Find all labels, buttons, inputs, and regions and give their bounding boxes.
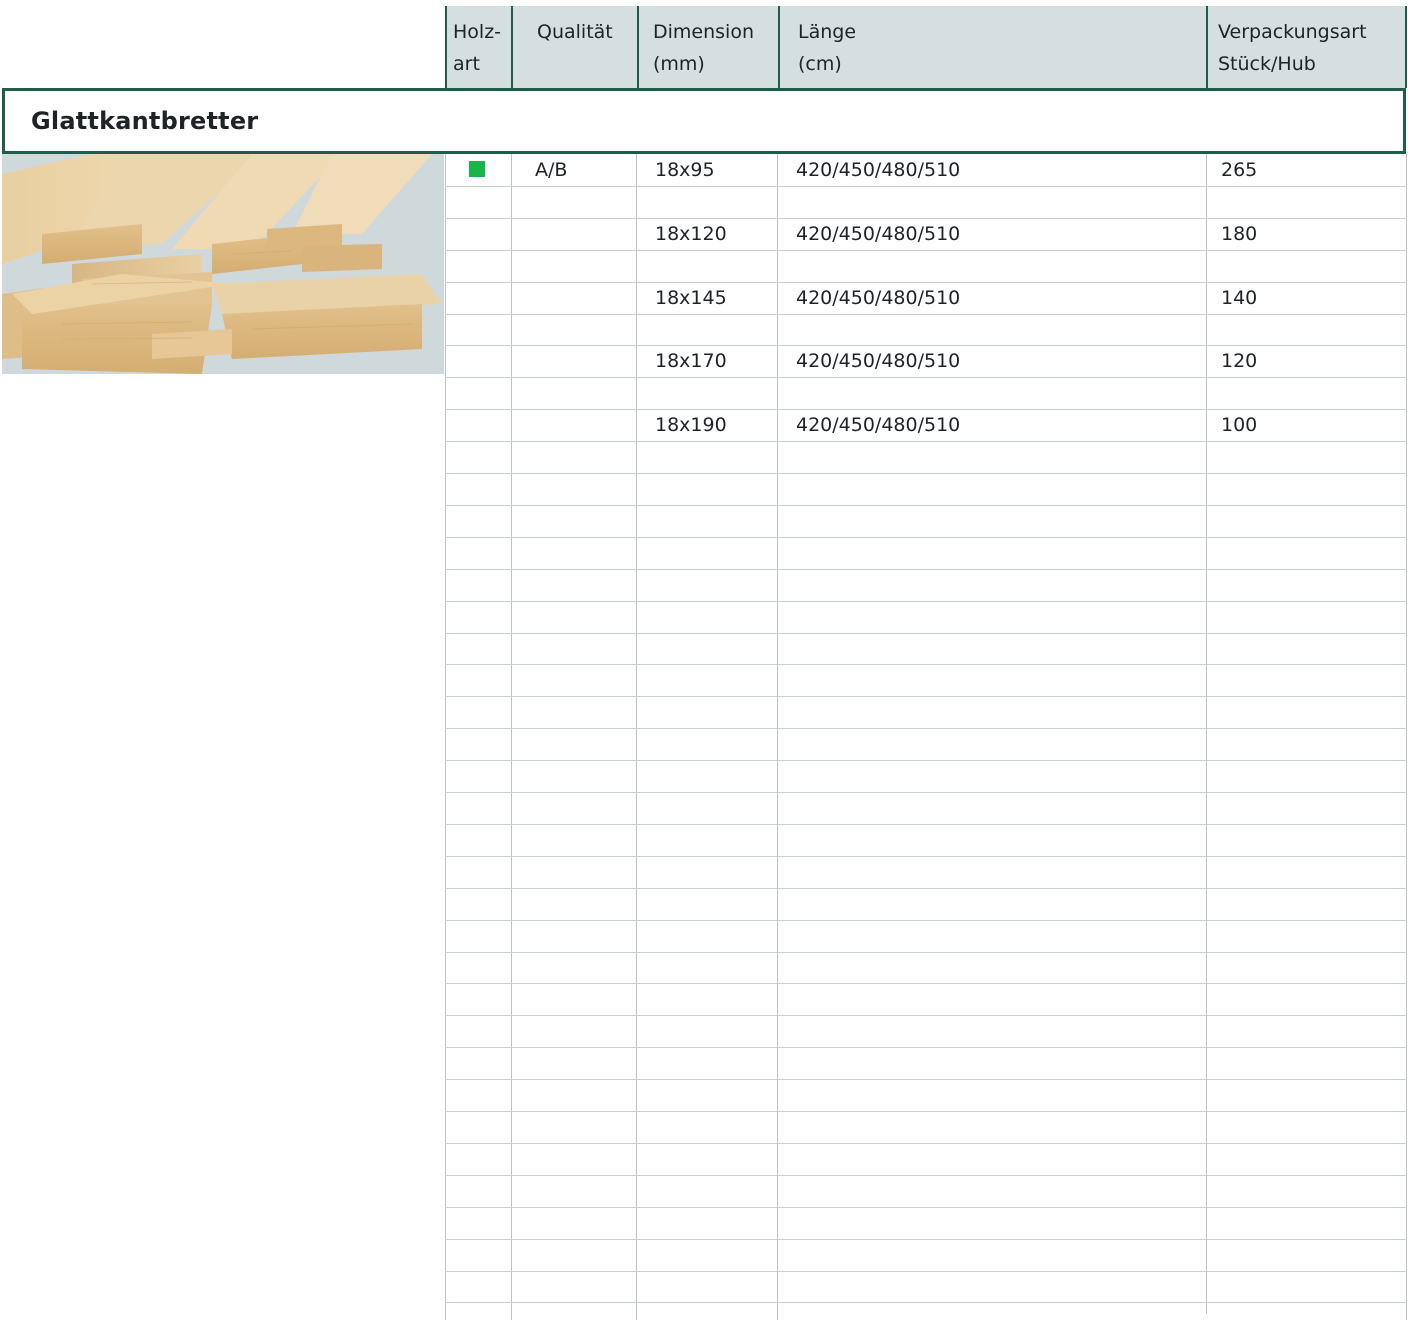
row-divider bbox=[445, 537, 1407, 538]
product-sheet: Holz- art Qualität Dimension (mm) Länge … bbox=[0, 0, 1408, 1320]
row-divider bbox=[445, 696, 1407, 697]
row-divider bbox=[445, 952, 1407, 953]
cell-laenge: 420/450/480/510 bbox=[796, 159, 961, 181]
column-divider bbox=[636, 154, 637, 1320]
cell-qualitaet: A/B bbox=[535, 159, 568, 181]
row-divider bbox=[445, 409, 1407, 410]
section-title: Glattkantbretter bbox=[31, 107, 259, 135]
cell-laenge: 420/450/480/510 bbox=[796, 350, 961, 372]
column-divider bbox=[1406, 154, 1407, 1320]
row-divider bbox=[445, 1143, 1407, 1144]
green-square-icon bbox=[469, 161, 485, 177]
row-divider bbox=[445, 601, 1407, 602]
table-header: Holz- art Qualität Dimension (mm) Länge … bbox=[445, 6, 1407, 88]
wood-planks-photo bbox=[2, 154, 444, 374]
row-divider bbox=[445, 1302, 1407, 1303]
cell-verpackung: 120 bbox=[1221, 350, 1258, 372]
row-divider bbox=[445, 856, 1407, 857]
section-heading: Glattkantbretter bbox=[2, 88, 1406, 154]
row-divider bbox=[445, 314, 1407, 315]
row-divider bbox=[445, 664, 1407, 665]
cell-verpackung: 100 bbox=[1221, 414, 1258, 436]
header-holzart: Holz- art bbox=[453, 21, 502, 75]
cell-verpackung: 265 bbox=[1221, 159, 1258, 181]
row-divider bbox=[445, 792, 1407, 793]
row-divider bbox=[445, 441, 1407, 442]
table-body: A/B 18x95 420/450/480/510 265 18x120 420/450/… bbox=[445, 154, 1407, 1320]
row-divider bbox=[445, 983, 1407, 984]
row-divider bbox=[445, 1111, 1407, 1112]
cell-dimension: 18x190 bbox=[655, 414, 727, 436]
row-divider bbox=[445, 1079, 1407, 1080]
row-divider bbox=[445, 760, 1407, 761]
row-divider bbox=[445, 1047, 1407, 1048]
row-divider bbox=[445, 1207, 1407, 1208]
row-divider bbox=[445, 1175, 1407, 1176]
row-divider bbox=[445, 250, 1407, 251]
row-divider bbox=[445, 824, 1407, 825]
cell-laenge: 420/450/480/510 bbox=[796, 223, 961, 245]
column-divider bbox=[777, 154, 778, 1320]
row-divider bbox=[445, 633, 1407, 634]
cell-dimension: 18x120 bbox=[655, 223, 727, 245]
row-divider bbox=[445, 888, 1407, 889]
row-divider bbox=[445, 920, 1407, 921]
cell-laenge: 420/450/480/510 bbox=[796, 287, 961, 309]
row-divider bbox=[445, 1015, 1407, 1016]
row-divider bbox=[445, 505, 1407, 506]
cell-dimension: 18x95 bbox=[655, 159, 715, 181]
header-verpackung: Verpackungsart Stück/Hub bbox=[1206, 6, 1406, 88]
column-divider bbox=[445, 154, 446, 1320]
column-divider bbox=[1206, 154, 1207, 1314]
cell-verpackung: 180 bbox=[1221, 223, 1258, 245]
row-divider bbox=[445, 1271, 1407, 1272]
cell-dimension: 18x145 bbox=[655, 287, 727, 309]
row-divider bbox=[445, 473, 1407, 474]
header-dimension: Dimension (mm) bbox=[637, 6, 779, 88]
row-divider bbox=[445, 282, 1407, 283]
row-divider bbox=[445, 569, 1407, 570]
row-divider bbox=[445, 218, 1407, 219]
row-divider bbox=[445, 728, 1407, 729]
header-qualitaet: Qualität bbox=[511, 6, 637, 88]
cell-dimension: 18x170 bbox=[655, 350, 727, 372]
column-divider bbox=[511, 154, 512, 1320]
row-divider bbox=[445, 377, 1407, 378]
header-laenge: Länge (cm) bbox=[778, 6, 1208, 88]
row-divider bbox=[445, 345, 1407, 346]
row-divider bbox=[445, 1239, 1407, 1240]
cell-verpackung: 140 bbox=[1221, 287, 1258, 309]
cell-laenge: 420/450/480/510 bbox=[796, 414, 961, 436]
row-divider bbox=[445, 186, 1407, 187]
